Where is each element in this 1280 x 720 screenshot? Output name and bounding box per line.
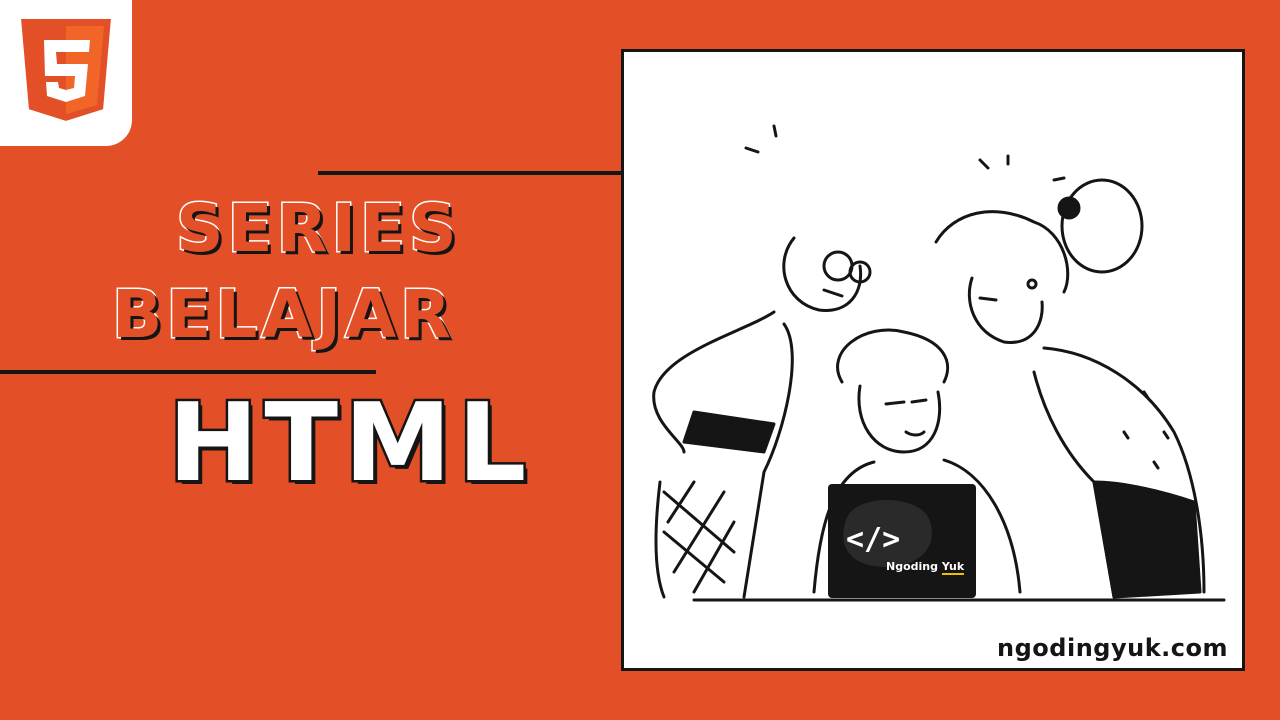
html5-logo-card bbox=[0, 0, 132, 146]
laptop-brand-accent: Yuk bbox=[941, 560, 965, 575]
laptop-brand-text: Ngoding Yuk bbox=[886, 560, 965, 575]
divider-line-bottom bbox=[0, 370, 376, 374]
laptop-brand-main: Ngoding bbox=[886, 560, 938, 573]
illustration-frame: </> Ngoding Yuk ngodingyuk.com bbox=[621, 49, 1245, 671]
title-line-belajar: BELAJAR bbox=[111, 276, 455, 353]
divider-line-top bbox=[318, 171, 622, 175]
title-main-html: HTML bbox=[165, 381, 533, 506]
website-url: ngodingyuk.com bbox=[997, 634, 1228, 662]
html5-shield-icon bbox=[18, 17, 114, 124]
laptop-code-glyph: </> bbox=[846, 522, 901, 557]
title-line-series: SERIES bbox=[175, 190, 461, 267]
people-at-laptop-illustration bbox=[652, 124, 1226, 602]
